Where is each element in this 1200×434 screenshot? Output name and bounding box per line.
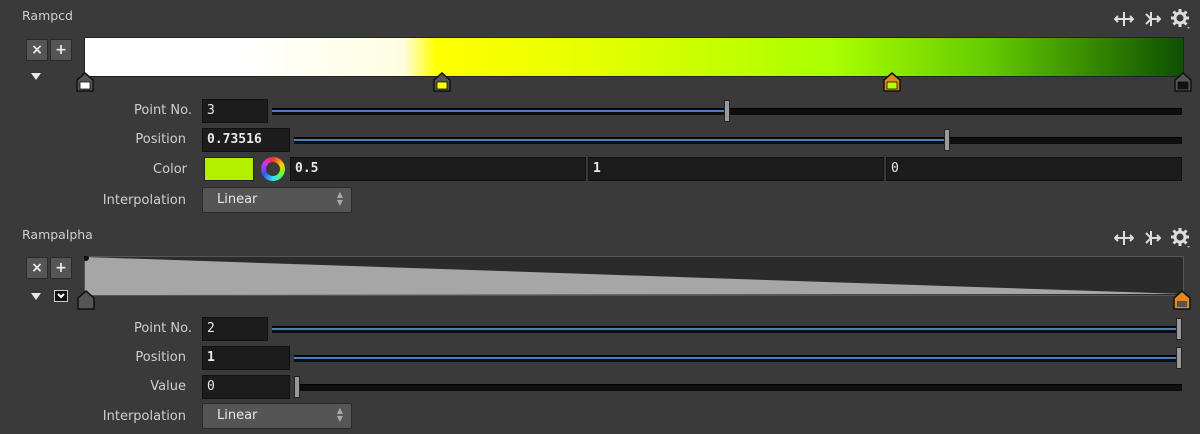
position-slider[interactable] xyxy=(294,347,1182,369)
value-field[interactable]: 0 xyxy=(202,375,290,399)
slider-handle[interactable] xyxy=(724,100,730,122)
color-label: Color xyxy=(153,162,187,177)
point-no-slider[interactable] xyxy=(272,318,1182,340)
color-r-field[interactable]: 0.5 xyxy=(290,157,586,181)
position-label: Position xyxy=(135,350,186,365)
color-g-field[interactable]: 1 xyxy=(588,157,884,181)
snap-icon[interactable] xyxy=(1142,228,1162,248)
rampcd-toolbar xyxy=(1114,8,1192,30)
rampcd-title: Rampcd xyxy=(22,8,73,23)
snap-icon[interactable] xyxy=(1142,9,1162,29)
gear-icon[interactable] xyxy=(1170,227,1192,249)
flip-horizontal-icon[interactable] xyxy=(1114,9,1134,29)
position-field[interactable]: 1 xyxy=(202,346,290,370)
rampalpha-toolbar xyxy=(1114,227,1192,249)
slider-handle[interactable] xyxy=(1176,318,1182,340)
point-no-label: Point No. xyxy=(134,103,192,118)
point-no-field[interactable]: 3 xyxy=(202,99,268,123)
slider-handle[interactable] xyxy=(943,129,950,151)
color-key-4[interactable] xyxy=(1174,72,1192,92)
expand-icon[interactable] xyxy=(31,293,41,300)
curve-view-icon[interactable] xyxy=(54,290,68,302)
slider-fill xyxy=(272,110,727,112)
value-label: Value xyxy=(150,379,186,394)
interpolation-dropdown[interactable]: Linear ▲ ▼ xyxy=(202,403,352,429)
expand-icon[interactable] xyxy=(31,73,41,80)
point-no-field[interactable]: 2 xyxy=(202,317,268,341)
slider-fill xyxy=(272,328,1182,330)
point-no-label: Point No. xyxy=(134,321,192,336)
color-b-field[interactable]: 0 xyxy=(886,157,1182,181)
color-swatch[interactable] xyxy=(204,157,254,181)
interpolation-label: Interpolation xyxy=(102,409,186,424)
slider-handle[interactable] xyxy=(1176,347,1182,369)
interpolation-dropdown[interactable]: Linear ▲ ▼ xyxy=(202,187,352,213)
color-ramp-bar[interactable] xyxy=(84,37,1184,77)
delete-point-button[interactable]: × xyxy=(26,257,48,279)
alpha-key-1[interactable] xyxy=(77,290,95,310)
add-point-button[interactable]: + xyxy=(50,39,72,61)
color-key-1[interactable] xyxy=(76,72,94,92)
delete-point-button[interactable]: × xyxy=(26,39,48,61)
position-label: Position xyxy=(135,132,186,147)
add-point-button[interactable]: + xyxy=(50,257,72,279)
gear-icon[interactable] xyxy=(1170,8,1192,30)
interpolation-value: Linear xyxy=(217,192,258,207)
color-key-3[interactable] xyxy=(883,72,901,92)
position-slider[interactable] xyxy=(294,129,1182,151)
rampalpha-title: Rampalpha xyxy=(22,227,93,242)
value-slider[interactable] xyxy=(294,376,1182,398)
point-no-slider[interactable] xyxy=(272,100,1182,122)
slider-fill xyxy=(294,139,947,141)
slider-fill xyxy=(294,357,1182,359)
interpolation-value: Linear xyxy=(217,408,258,423)
color-key-2[interactable] xyxy=(433,72,451,92)
flip-horizontal-icon[interactable] xyxy=(1114,228,1134,248)
slider-handle[interactable] xyxy=(294,376,300,398)
position-field[interactable]: 0.73516 xyxy=(202,128,290,152)
dropdown-arrows-icon: ▲ ▼ xyxy=(336,190,344,207)
alpha-key-2-selected[interactable] xyxy=(1173,290,1191,310)
dropdown-arrows-icon: ▲ ▼ xyxy=(336,406,344,423)
alpha-ramp-graph[interactable] xyxy=(84,256,1184,296)
color-wheel-icon[interactable] xyxy=(261,157,285,181)
interpolation-label: Interpolation xyxy=(102,193,186,208)
